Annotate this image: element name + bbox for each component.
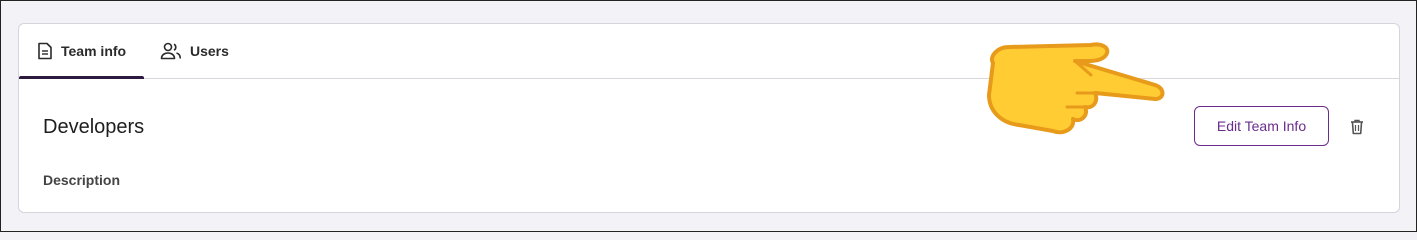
document-icon [37, 42, 53, 60]
pointing-hand-icon [979, 31, 1179, 141]
tab-team-info[interactable]: Team info [19, 24, 144, 79]
users-icon [160, 42, 182, 60]
trash-icon[interactable] [1349, 118, 1365, 136]
description-label: Description [43, 172, 121, 188]
team-name: Developers [43, 116, 145, 138]
tab-label: Team info [61, 43, 127, 59]
tab-label: Users [190, 43, 229, 59]
tab-bar: Team info Users [19, 24, 1399, 79]
tab-users[interactable]: Users [160, 24, 229, 78]
edit-team-info-button[interactable]: Edit Team Info [1194, 106, 1329, 146]
active-tab-indicator [19, 76, 144, 79]
team-card: Team info Users Developers Description E… [18, 23, 1400, 213]
